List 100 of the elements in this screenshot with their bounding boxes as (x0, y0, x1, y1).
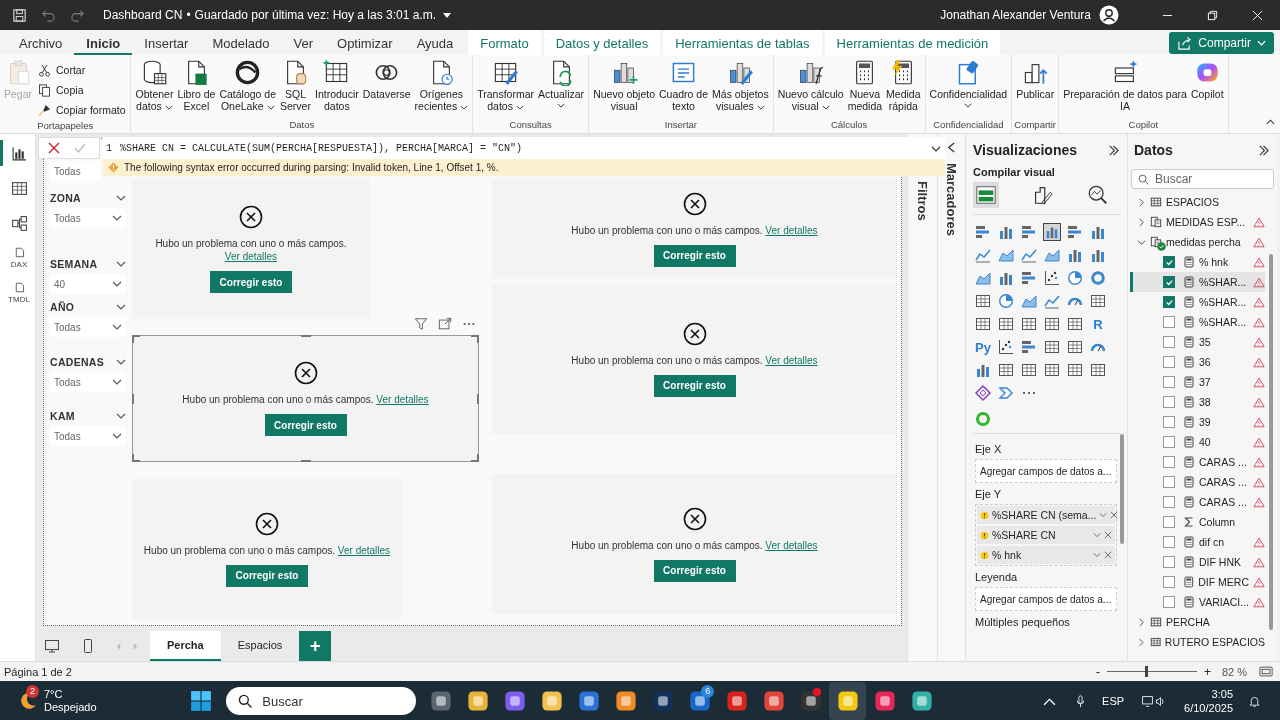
cancel-icon[interactable] (48, 142, 60, 154)
clock-time[interactable]: 3:05 (1211, 687, 1233, 701)
bar-chart-icon[interactable] (1066, 223, 1084, 241)
column-chart-icon[interactable] (1043, 223, 1061, 241)
menu-tab[interactable]: Optimizar (325, 30, 405, 55)
remove-icon[interactable] (1104, 551, 1112, 559)
field-pill[interactable]: %SHARE CN (977, 526, 1115, 544)
bell-icon[interactable] (1248, 694, 1261, 708)
table-icon[interactable] (1020, 315, 1038, 333)
menu-tab[interactable]: Modelado (200, 30, 282, 55)
scrollbar[interactable] (1120, 434, 1124, 544)
field-item[interactable]: 36 (1130, 352, 1265, 372)
ribbon-button[interactable]: Libro de Excel (175, 58, 218, 113)
field-item[interactable]: CARAS ... (1130, 472, 1265, 492)
commit-check-icon[interactable] (74, 142, 86, 154)
visual-card[interactable]: Hubo un problema con uno o más campos. Ver detalles Corregir esto (492, 474, 897, 614)
desktop-icon[interactable] (44, 638, 60, 654)
field-item[interactable]: DIF MERC (1130, 572, 1265, 592)
slicer-dropdown[interactable]: Todas (50, 317, 126, 337)
checkbox[interactable] (1163, 336, 1175, 348)
field-item[interactable]: % hnk (1130, 252, 1265, 272)
slicer-dropdown[interactable]: Todas (50, 372, 126, 392)
share-button[interactable]: Compartir (1169, 32, 1274, 54)
avatar-icon[interactable] (1099, 5, 1119, 25)
zoom-in-button[interactable]: + (1200, 664, 1214, 679)
table-icon[interactable] (1043, 315, 1061, 333)
field-item[interactable]: CARAS ... (1130, 452, 1265, 472)
field-item[interactable]: Column (1130, 512, 1265, 532)
field-item[interactable]: 35 (1130, 332, 1265, 352)
ribbon-button[interactable]: Más objetos visuales (710, 58, 771, 113)
field-item[interactable]: %SHAR... (1130, 312, 1265, 332)
field-item[interactable]: 40 (1130, 432, 1265, 452)
expand-icon[interactable] (1258, 144, 1269, 156)
checkbox[interactable] (1163, 316, 1175, 328)
input-language[interactable]: ESP (1102, 695, 1125, 707)
field-pill[interactable]: % hnk (977, 546, 1115, 564)
page-tab[interactable]: Espacios (220, 631, 300, 661)
slicer-dropdown[interactable]: Todas (50, 208, 126, 228)
formula-editor[interactable]: 1 %SHARE CN = CALCULATE(SUM(PERCHA[RESPUESTA]), PERCHA[MARCA] = "CN") (103, 137, 945, 159)
chevron-icon[interactable] (116, 304, 126, 310)
collapse-icon[interactable] (947, 142, 956, 153)
field-item[interactable]: CARAS ... (1130, 492, 1265, 512)
ribbon-button[interactable]: Copiar formato (34, 100, 129, 120)
view-button[interactable]: TMDL (0, 280, 36, 306)
table-icon[interactable] (1043, 361, 1061, 379)
checkbox[interactable] (1163, 456, 1175, 468)
start-icon[interactable] (190, 690, 213, 712)
checkbox[interactable] (1163, 256, 1175, 268)
details-link[interactable]: Ver detalles (337, 544, 391, 556)
field-item[interactable]: 39 (1130, 412, 1265, 432)
table-icon[interactable] (1066, 315, 1084, 333)
chevron-icon[interactable] (997, 384, 1015, 402)
visual-card[interactable]: Hubo un problema con uno o más campos. Ver detalles Corregir esto (492, 179, 897, 279)
visual-card[interactable]: Hubo un problema con uno o más campos. Ver detalles Corregir esto (132, 479, 402, 619)
focus-mode-icon[interactable] (438, 317, 452, 331)
menu-tab[interactable]: Datos y detalles (543, 30, 661, 55)
checkbox[interactable] (1163, 416, 1175, 428)
fix-button[interactable]: Corregir esto (264, 414, 347, 436)
donut-chart-icon[interactable] (1089, 269, 1107, 287)
checkbox[interactable] (1163, 376, 1175, 388)
table-icon[interactable] (1066, 361, 1084, 379)
chevron-icon[interactable] (116, 195, 126, 201)
table-item[interactable]: PERCHA (1131, 612, 1265, 632)
ribbon-button[interactable]: Obtener datos (133, 58, 176, 113)
ribbon-button[interactable]: Nuevo cálculo visual (775, 58, 846, 113)
visual-type-button[interactable]: Py (974, 338, 992, 356)
view-button[interactable]: DAX (0, 245, 36, 271)
table-icon[interactable] (974, 315, 992, 333)
filter-icon[interactable] (414, 317, 428, 331)
chevron-icon[interactable] (116, 261, 126, 267)
table-item[interactable]: MEDIDAS ESP... (1131, 212, 1265, 232)
table-icon[interactable] (1043, 338, 1061, 356)
field-item[interactable]: DIF HNK (1130, 552, 1265, 572)
ribbon-button[interactable]: Publicar (1014, 58, 1057, 101)
visual-card[interactable]: Hubo un problema con uno o más campos. Ver detalles Corregir esto (492, 284, 897, 434)
ribbon-button[interactable]: SQL Server (278, 58, 313, 113)
pie-chart-icon[interactable] (997, 292, 1015, 310)
bar-chart-icon[interactable] (1020, 338, 1038, 356)
ribbon-button[interactable]: Nuevo objeto visual (591, 58, 657, 113)
details-link[interactable]: Ver detalles (376, 394, 429, 405)
table-icon[interactable] (974, 292, 992, 310)
table-icon[interactable] (1066, 338, 1084, 356)
ribbon-button[interactable]: Confidencialidad (927, 58, 1010, 109)
visual-type-button[interactable]: R (1089, 315, 1107, 333)
ribbon-button[interactable]: Copia (34, 80, 129, 100)
checkbox[interactable] (1163, 556, 1175, 568)
details-link[interactable]: Ver detalles (765, 354, 818, 366)
collapse-ribbon-icon[interactable] (1266, 119, 1275, 125)
slicer-dropdown[interactable]: Todas (50, 161, 100, 181)
table-item[interactable]: ESPACIOS (1131, 192, 1265, 212)
ribbon-button[interactable]: Orígenes recientes (412, 58, 471, 113)
field-item[interactable]: dif cn (1130, 532, 1265, 552)
ribbon-button[interactable]: Preparación de datos para IA (1061, 58, 1189, 113)
menu-tab[interactable]: Herramientas de medición (824, 30, 1001, 55)
search-field[interactable]: Buscar (1131, 169, 1274, 189)
scatter-chart-icon[interactable] (997, 338, 1015, 356)
fit-to-page-icon[interactable] (1259, 666, 1273, 677)
checkbox[interactable] (1163, 276, 1175, 288)
bar-chart-icon[interactable] (1020, 269, 1038, 287)
checkbox[interactable] (1163, 496, 1175, 508)
